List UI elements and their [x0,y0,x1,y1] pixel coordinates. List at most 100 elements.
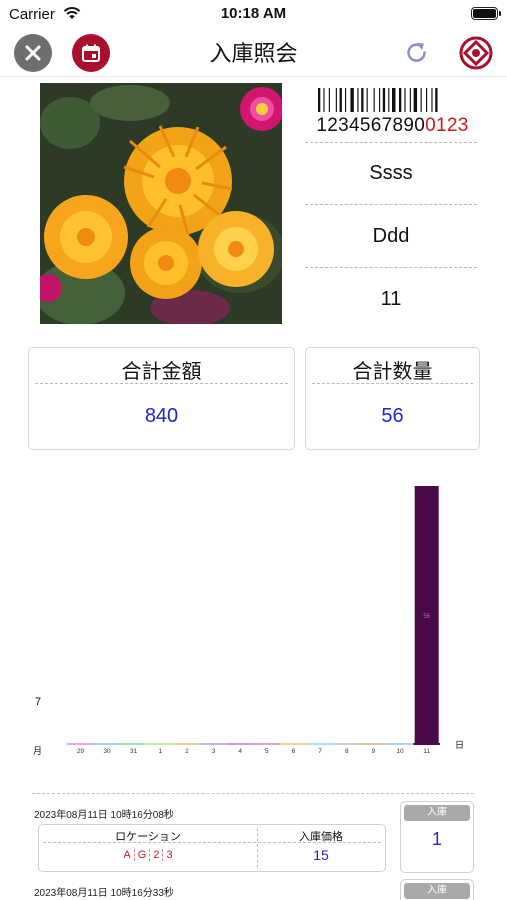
barcode-bar [335,88,337,112]
chart-baseline-segment [226,743,254,745]
chart-x-unit-left: 月 [33,746,42,757]
barcode-bar [409,88,411,112]
total-quantity-card: 合計数量 56 [305,347,480,450]
chart-tick-label: 11 [423,748,430,755]
barcode-bar [366,88,368,112]
barcode-number-suffix: 0123 [425,115,469,136]
barcode-bar [328,88,330,112]
daily-receipt-chart: 7月日29 30 31 1 2 3 4 5 6 7 8 9 105611 [33,486,464,757]
barcode-bar [413,88,418,112]
barcode-bar [379,88,381,112]
chart-baseline-segment [200,743,227,745]
battery-icon [471,7,501,20]
barcode-bar [392,88,396,112]
barcode-bar [361,88,364,112]
list-divider [32,793,474,794]
barcode-number-main: 1234567890 [316,115,426,136]
chart-tick-label: 1 [158,748,162,755]
barcode-image [318,88,438,112]
location-code: A G 2 3 [39,849,257,861]
chart-tick-label: 2 [185,748,189,755]
close-icon [25,45,41,61]
history-detail-card[interactable]: ロケーション 入庫価格 A G 2 3 15 [38,824,386,872]
barcode-bar [382,88,386,112]
barcode-bar [420,88,422,112]
close-button[interactable] [14,34,52,72]
location-char: 3 [162,849,175,861]
barcode-bar [345,88,347,112]
barcode-bar [323,88,325,112]
chart-tick-label: 4 [238,748,242,755]
info-divider [305,204,477,205]
product-spec: Ddd [372,225,410,247]
entry-qty-value: 1 [431,829,442,849]
refresh-icon[interactable] [402,38,432,68]
barcode-bar [426,88,428,112]
entry-type-badge: 入庫 [404,805,470,821]
chart-baseline-segment [333,743,361,745]
total-amount-card: 合計金額 840 [28,347,295,450]
price-value: 15 [313,847,329,863]
barcode-bar [318,88,321,112]
chart-baseline-segment [253,743,281,745]
chart-baseline-segment [146,743,174,745]
nav-divider [0,76,507,77]
barcode-bar [404,88,406,112]
barcode-bar [388,88,390,112]
status-bar: Carrier 10:18 AM [0,0,507,30]
chart-baseline-segment [280,743,307,745]
product-image [40,83,282,324]
history-qty-box[interactable]: 入庫 [400,879,474,900]
chart-tick-label: 6 [292,748,296,755]
calendar-button[interactable] [72,34,110,72]
chart-tick-label: 31 [130,748,138,755]
chart-tick-label: 5 [265,748,269,755]
chart-x-unit-right: 日 [455,740,464,751]
barcode-bar [435,88,438,112]
chart-tick-label: 8 [345,748,349,755]
chart-tick-label: 3 [212,748,216,755]
total-amount-label: 合計金額 [121,361,202,383]
barcode-bar [350,88,354,112]
info-divider [305,267,477,268]
chart-baseline-segment [120,743,147,745]
chart-tick-label: 7 [318,748,322,755]
history-timestamp: 2023年08月11日 10時16分33秒 [34,888,174,899]
location-char: A [123,849,131,861]
status-time: 10:18 AM [220,5,287,22]
barcode-bar [399,88,402,112]
chart-tick-label: 29 [77,748,85,755]
barcode-number: 12345678900123 [300,115,485,137]
barcode-bar [431,88,433,112]
card-divider [312,383,473,384]
brand-logo-icon[interactable] [458,35,494,71]
card-divider [35,383,288,384]
chart-data-label: 56 [423,614,430,620]
entry-type-badge: 入庫 [404,883,470,899]
page-title: 入庫照会 [209,41,298,66]
flower-photo [40,83,282,324]
total-amount-value: 840 [144,405,179,427]
info-divider [305,142,477,143]
history-qty-box[interactable]: 入庫 1 [400,801,474,873]
chart-baseline-segment [173,743,201,745]
product-number: 11 [380,288,402,310]
chart-tick-label: 9 [372,748,376,755]
calendar-icon [82,44,100,62]
barcode-bar [357,88,359,112]
total-quantity-label: 合計数量 [352,361,433,383]
product-name: Ssss [369,162,413,184]
chart-tick-label: 10 [396,748,404,755]
barcode-bar [339,88,342,112]
location-char: G [133,849,150,861]
total-quantity-value: 56 [381,405,404,427]
card-divider [43,842,381,843]
chart-baseline-segment [93,743,121,745]
chart-month-label: 7 [35,696,41,708]
chart-baseline-segment [67,743,94,745]
history-timestamp: 2023年08月11日 10時16分08秒 [34,810,174,821]
location-char: 2 [149,849,162,861]
chart-baseline-segment [306,743,334,745]
chart-tick-label: 30 [103,748,111,755]
chart-baseline-segment [386,743,414,745]
